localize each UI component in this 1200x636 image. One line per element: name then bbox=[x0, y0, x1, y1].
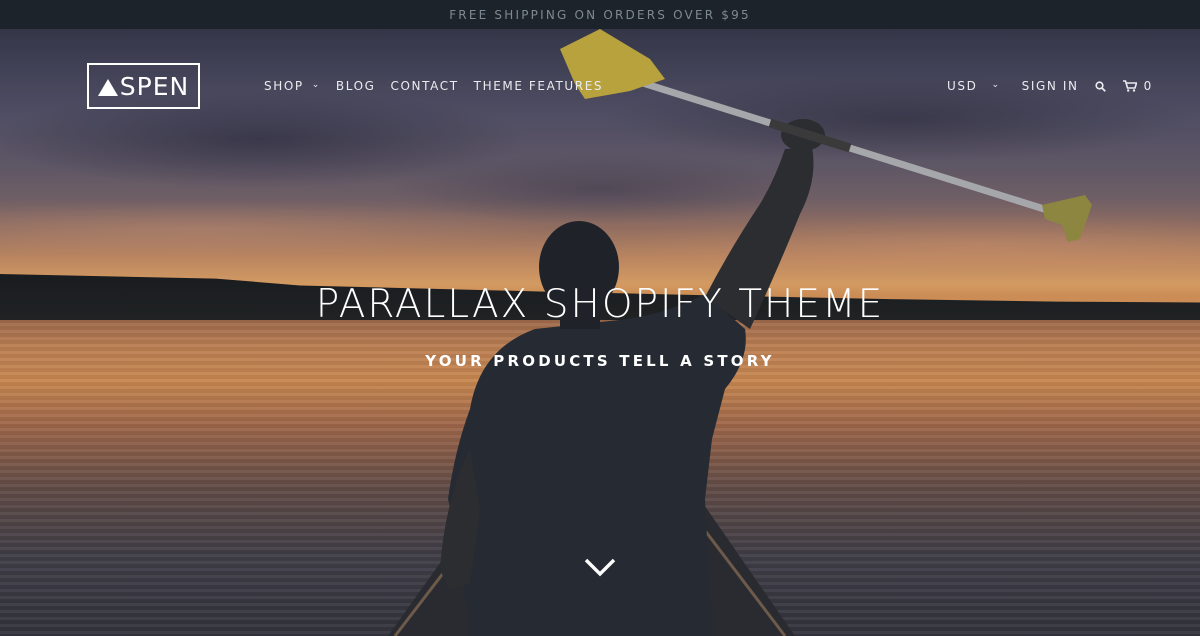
nav-item-theme-features[interactable]: THEME FEATURES bbox=[474, 79, 604, 93]
header-actions: USD ⌄ SIGN IN 0 bbox=[947, 79, 1151, 93]
nav-item-label: THEME FEATURES bbox=[473, 79, 604, 93]
cart-icon bbox=[1122, 80, 1137, 92]
logo[interactable]: SPEN bbox=[87, 63, 200, 109]
cart-count: 0 bbox=[1143, 79, 1152, 93]
sign-in-link[interactable]: SIGN IN bbox=[1022, 79, 1079, 93]
logo-text: SPEN bbox=[119, 71, 190, 101]
cart-button[interactable]: 0 bbox=[1122, 79, 1152, 93]
nav-item-contact[interactable]: CONTACT bbox=[391, 79, 459, 93]
nav-item-shop[interactable]: SHOP ⌄ bbox=[264, 79, 321, 93]
currency-label: USD bbox=[947, 79, 978, 93]
scroll-down-button[interactable] bbox=[584, 556, 616, 580]
hero-photo bbox=[388, 29, 1092, 636]
chevron-down-icon: ⌄ bbox=[311, 80, 321, 90]
chevron-down-icon bbox=[584, 558, 616, 577]
nav-item-label: SHOP bbox=[264, 79, 304, 93]
announcement-text: FREE SHIPPING ON ORDERS OVER $95 bbox=[449, 7, 751, 22]
main-nav: SHOP ⌄ BLOG CONTACT THEME FEATURES bbox=[264, 79, 603, 93]
nav-item-label: BLOG bbox=[335, 79, 376, 93]
announcement-bar: FREE SHIPPING ON ORDERS OVER $95 bbox=[0, 0, 1200, 29]
nav-item-label: CONTACT bbox=[390, 79, 459, 93]
chevron-down-icon: ⌄ bbox=[991, 80, 1001, 90]
nav-item-blog[interactable]: BLOG bbox=[336, 79, 376, 93]
currency-selector[interactable]: USD ⌄ bbox=[947, 79, 1001, 93]
hero-subtitle: YOUR PRODUCTS TELL A STORY bbox=[425, 352, 775, 370]
mountain-icon bbox=[97, 78, 118, 96]
hero-title: PARALLAX SHOPIFY THEME bbox=[315, 282, 885, 327]
hero-section: SPEN SHOP ⌄ BLOG CONTACT THEME FEATURES … bbox=[0, 29, 1200, 636]
search-icon[interactable] bbox=[1094, 79, 1108, 93]
